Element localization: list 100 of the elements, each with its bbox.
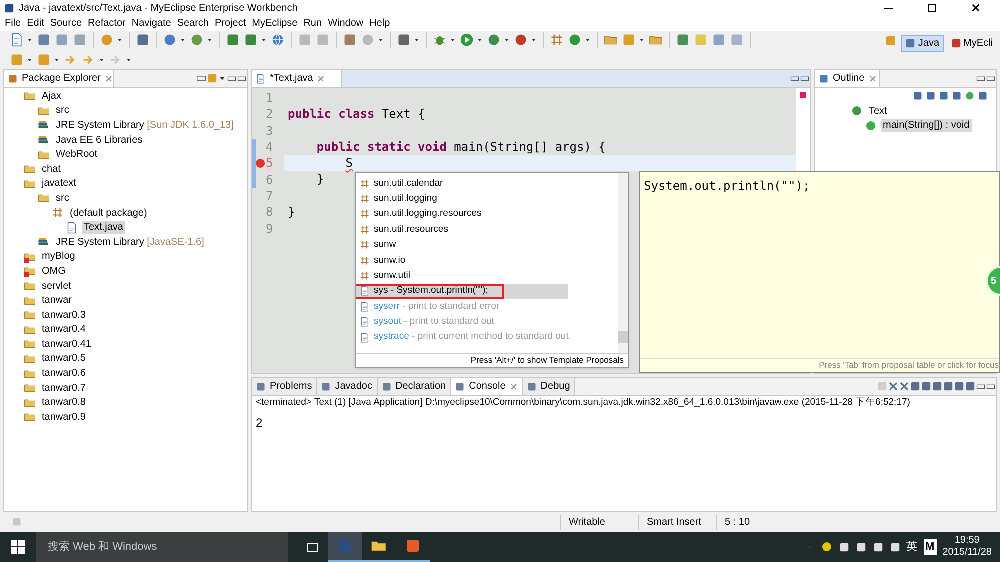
tree-item[interactable]: src <box>54 104 72 118</box>
editor-tab[interactable]: *Text.java <box>252 70 342 87</box>
tree-item[interactable]: Text.java <box>82 221 126 234</box>
close-icon <box>510 382 518 390</box>
line-number: 3 <box>266 122 274 140</box>
menu-item[interactable]: Project <box>212 16 250 31</box>
tree-item[interactable]: tanwar0.6 <box>40 367 88 380</box>
tree-item[interactable]: Java EE 6 Libraries <box>54 134 145 147</box>
tree-item[interactable]: javatext <box>40 177 78 190</box>
caret-icon <box>638 36 646 44</box>
caret-icon <box>26 56 34 64</box>
status-field: Writable <box>560 514 638 530</box>
source-folder-icon <box>38 192 50 204</box>
project-folder-icon <box>24 280 36 292</box>
windows-logo-icon <box>11 540 25 554</box>
menu-item[interactable]: Help <box>366 16 394 31</box>
menu-item[interactable]: Navigate <box>128 16 174 31</box>
tree-item[interactable]: JRE System Library [JavaSE-1.6] <box>54 236 206 249</box>
menu-item[interactable]: Source <box>47 16 86 31</box>
taskbar-app-button[interactable] <box>328 532 362 562</box>
proposal-item[interactable]: sysout - print to standard out <box>356 314 618 330</box>
play-button[interactable] <box>458 31 476 49</box>
dot-icon <box>965 91 975 101</box>
proposal-item[interactable]: systrace - print current method to standard out <box>356 330 618 346</box>
tree-item[interactable]: Text <box>867 104 890 118</box>
tree-item[interactable]: (default package) <box>68 206 150 220</box>
perspective-button[interactable]: Java <box>901 35 944 52</box>
tree-item[interactable]: tanwar0.5 <box>40 352 88 366</box>
taskbar-search-field[interactable]: 搜索 Web 和 Windows <box>36 532 288 562</box>
tree-item[interactable]: tanwar0.7 <box>40 382 88 395</box>
template-icon <box>360 302 370 312</box>
tree-item[interactable]: chat <box>40 162 63 176</box>
project-folder-icon <box>24 396 36 409</box>
grid-icon <box>550 33 564 47</box>
caret-icon <box>413 36 421 44</box>
proposal-item[interactable]: sun.util.logging <box>356 191 618 207</box>
tree-item[interactable]: OMG <box>40 264 68 278</box>
app-icon <box>337 538 353 554</box>
proposal-item[interactable]: sun.util.resources <box>356 222 618 238</box>
project-folder-icon <box>24 338 36 350</box>
package-icon <box>360 271 370 282</box>
line-number: 5 <box>266 154 274 172</box>
menu-item[interactable]: File <box>2 16 24 31</box>
menu-item[interactable]: Refactor <box>85 16 129 31</box>
proposal-item[interactable]: sunw.util <box>356 268 618 284</box>
perspective-button[interactable]: MyEcli <box>948 35 996 52</box>
overview-marker <box>800 92 806 98</box>
tree-item[interactable]: main(String[]) : void <box>881 119 972 132</box>
project-folder-icon <box>24 352 36 365</box>
tree-item[interactable]: myBlog <box>40 250 78 264</box>
package-icon <box>360 194 370 204</box>
proposal-item[interactable]: sunw.io <box>356 252 618 268</box>
view-tab[interactable]: Console <box>451 378 523 395</box>
template-icon <box>360 332 370 343</box>
tree-item[interactable]: Ajax <box>40 90 64 103</box>
tree-item[interactable]: tanwar0.3 <box>40 308 88 322</box>
caret-icon <box>125 56 133 64</box>
console-output: 2 <box>256 416 263 430</box>
app-icon <box>4 2 15 14</box>
tree-item[interactable]: tanwar <box>40 294 74 308</box>
menu-item[interactable]: Run <box>300 16 326 31</box>
menu-item[interactable]: Search <box>174 16 212 31</box>
clock[interactable]: 19:59 2015/11/28 <box>942 535 992 559</box>
view-tab[interactable]: Debug <box>522 378 576 395</box>
tree-item[interactable]: JRE System Library [Sun JDK 1.6.0_13] <box>54 118 236 132</box>
view-tab[interactable]: Package Explorer <box>4 70 114 87</box>
popup-hint: Press 'Tab' from proposal table or click for focus <box>819 359 999 372</box>
line-number: 6 <box>266 172 274 189</box>
view-tab[interactable]: Outline <box>815 70 880 87</box>
proposal-item[interactable]: sys - System.out.println(""); <box>356 284 568 300</box>
project-folder-icon <box>24 90 36 102</box>
remove-icon <box>888 381 899 392</box>
globe-icon <box>271 33 285 47</box>
tree-item[interactable]: WebRoot <box>54 148 100 162</box>
view-tab[interactable]: Problems <box>252 378 318 395</box>
menu-item[interactable]: Edit <box>24 16 48 31</box>
caret-icon <box>449 36 457 44</box>
project-folder-icon <box>24 163 36 176</box>
view-tab[interactable]: Declaration <box>378 378 452 395</box>
tree-item[interactable]: tanwar0.4 <box>40 323 88 336</box>
tree-item[interactable]: tanwar0.9 <box>40 410 88 424</box>
proposal-item[interactable]: sun.util.logging.resources <box>356 206 618 222</box>
caret-icon <box>584 36 592 44</box>
package-icon <box>360 178 370 189</box>
scrollbar[interactable] <box>618 173 628 353</box>
source-folder-icon <box>38 104 50 117</box>
project-folder-icon <box>24 324 36 336</box>
proposal-item[interactable]: sunw <box>356 238 618 253</box>
proposal-item[interactable]: sun.util.calendar <box>356 176 618 192</box>
menu-item[interactable]: Window <box>325 16 367 31</box>
caret-icon <box>26 36 34 44</box>
window-title: Java - javatext/src/Text.java - MyEclipse Enterprise Workbench <box>19 2 298 16</box>
ime-mode[interactable]: M <box>924 538 937 556</box>
tree-item[interactable]: tanwar0.8 <box>40 396 88 410</box>
view-tab[interactable]: Javadoc <box>317 378 378 395</box>
menu-item[interactable]: MyEclipse <box>249 16 301 31</box>
tree-item[interactable]: tanwar0.41 <box>40 338 94 351</box>
ime-indicator[interactable]: 英 <box>906 538 918 556</box>
tree-item[interactable]: src <box>54 192 72 205</box>
tree-item[interactable]: servlet <box>40 280 74 293</box>
